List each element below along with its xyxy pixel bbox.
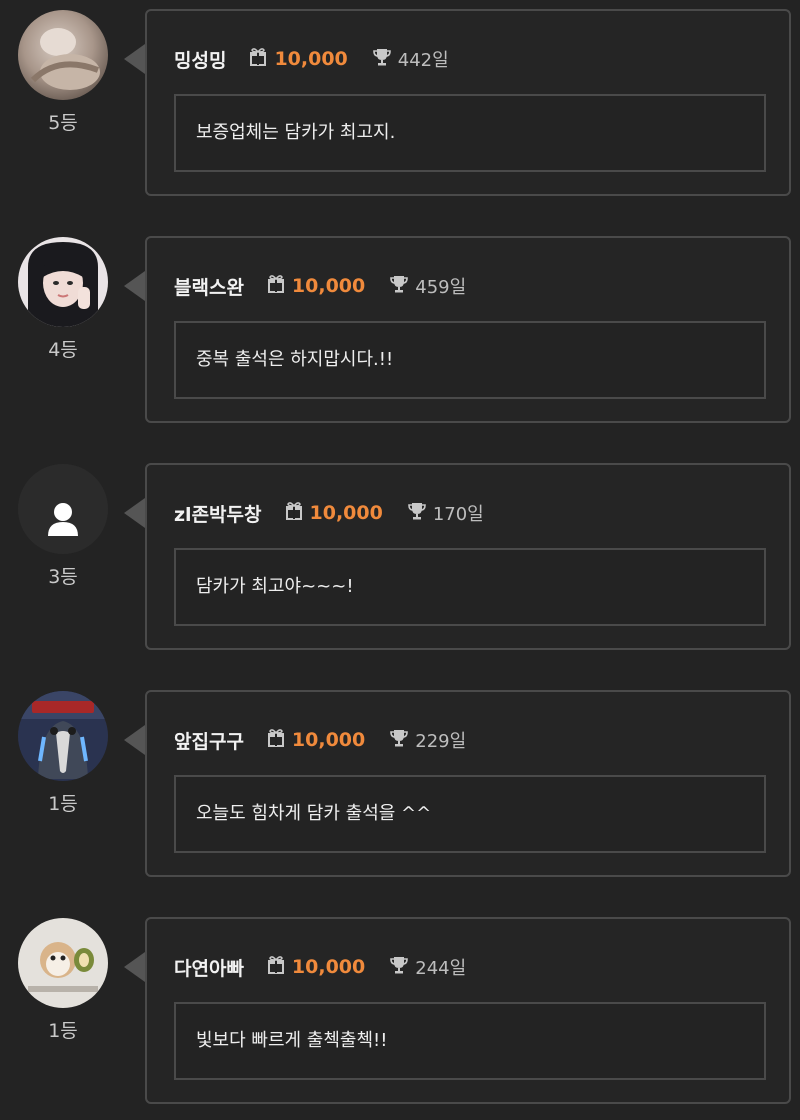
card-pointer: [124, 952, 145, 982]
attendance-entry: 1등 앞집구구 10,000 229일 오늘도 힘차게 담카 출석을 ^^: [0, 681, 800, 877]
card-pointer: [124, 725, 145, 755]
rank-label: 3등: [48, 566, 78, 588]
gift-amount: 10,000: [291, 729, 366, 751]
attendance-days: 442일: [397, 50, 449, 71]
attendance-entry: 3등 zl존박두창 10,000 170일 담카가 최고야~~~!: [0, 454, 800, 650]
author-name[interactable]: 밍성밍: [174, 46, 226, 73]
comment-text: 담카가 최고야~~~!: [174, 548, 766, 626]
comment-meta: zl존박두창 10,000 170일: [174, 498, 484, 528]
gift-icon: [266, 274, 286, 298]
trophy-icon: [389, 728, 409, 752]
comment-text: 중복 출석은 하지맙시다.!!: [174, 321, 766, 399]
attendance-days: 229일: [415, 731, 467, 752]
author-name[interactable]: 앞집구구: [174, 727, 244, 754]
gift-amount: 10,000: [291, 956, 366, 978]
author-name[interactable]: zl존박두창: [174, 500, 262, 527]
gift-icon: [266, 728, 286, 752]
gift-amount: 10,000: [274, 48, 348, 70]
attendance-entry: 5등 밍성밍 10,000 442일 보증업체는 담카가 최고지.: [0, 0, 800, 196]
comment-meta: 앞집구구 10,000 229일: [174, 725, 466, 755]
comment-meta: 블랙스완 10,000 459일: [174, 271, 466, 301]
rank-label: 4등: [48, 339, 78, 361]
card-pointer: [124, 498, 145, 528]
attendance-days: 244일: [415, 958, 467, 979]
trophy-icon: [389, 274, 409, 298]
gift-amount: 10,000: [291, 275, 366, 297]
avatar[interactable]: [18, 691, 108, 781]
comment-card: 다연아빠 10,000 244일 빛보다 빠르게 출첵출첵!!: [145, 917, 791, 1104]
trophy-icon: [372, 47, 392, 71]
comment-card: 밍성밍 10,000 442일 보증업체는 담카가 최고지.: [145, 9, 791, 196]
avatar[interactable]: [18, 918, 108, 1008]
comment-text: 보증업체는 담카가 최고지.: [174, 94, 766, 172]
attendance-entry: 1등 다연아빠 10,000 244일 빛보다 빠르게 출첵출첵!!: [0, 908, 800, 1104]
comment-text: 오늘도 힘차게 담카 출석을 ^^: [174, 775, 766, 853]
trophy-icon: [407, 501, 427, 525]
avatar[interactable]: [18, 237, 108, 327]
comment-meta: 밍성밍 10,000 442일: [174, 44, 449, 74]
attendance-days: 459일: [415, 277, 467, 298]
author-name[interactable]: 다연아빠: [174, 954, 244, 981]
card-pointer: [124, 271, 145, 301]
rank-label: 1등: [48, 793, 78, 815]
comment-text: 빛보다 빠르게 출첵출첵!!: [174, 1002, 766, 1080]
attendance-list: 5등 밍성밍 10,000 442일 보증업체는 담카가 최고지. 4등 블랙스…: [0, 0, 800, 1120]
gift-icon: [248, 47, 268, 71]
rank-label: 1등: [48, 1020, 78, 1042]
attendance-entry: 4등 블랙스완 10,000 459일 중복 출석은 하지맙시다.!!: [0, 227, 800, 423]
avatar[interactable]: [18, 10, 108, 100]
gift-amount: 10,000: [309, 502, 383, 524]
card-pointer: [124, 44, 145, 74]
attendance-days: 170일: [432, 504, 484, 525]
gift-icon: [266, 955, 286, 979]
rank-label: 5등: [48, 112, 78, 134]
comment-card: 블랙스완 10,000 459일 중복 출석은 하지맙시다.!!: [145, 236, 791, 423]
trophy-icon: [389, 955, 409, 979]
comment-card: 앞집구구 10,000 229일 오늘도 힘차게 담카 출석을 ^^: [145, 690, 791, 877]
gift-icon: [284, 501, 304, 525]
comment-card: zl존박두창 10,000 170일 담카가 최고야~~~!: [145, 463, 791, 650]
comment-meta: 다연아빠 10,000 244일: [174, 952, 466, 982]
author-name[interactable]: 블랙스완: [174, 273, 244, 300]
avatar[interactable]: [18, 464, 108, 554]
